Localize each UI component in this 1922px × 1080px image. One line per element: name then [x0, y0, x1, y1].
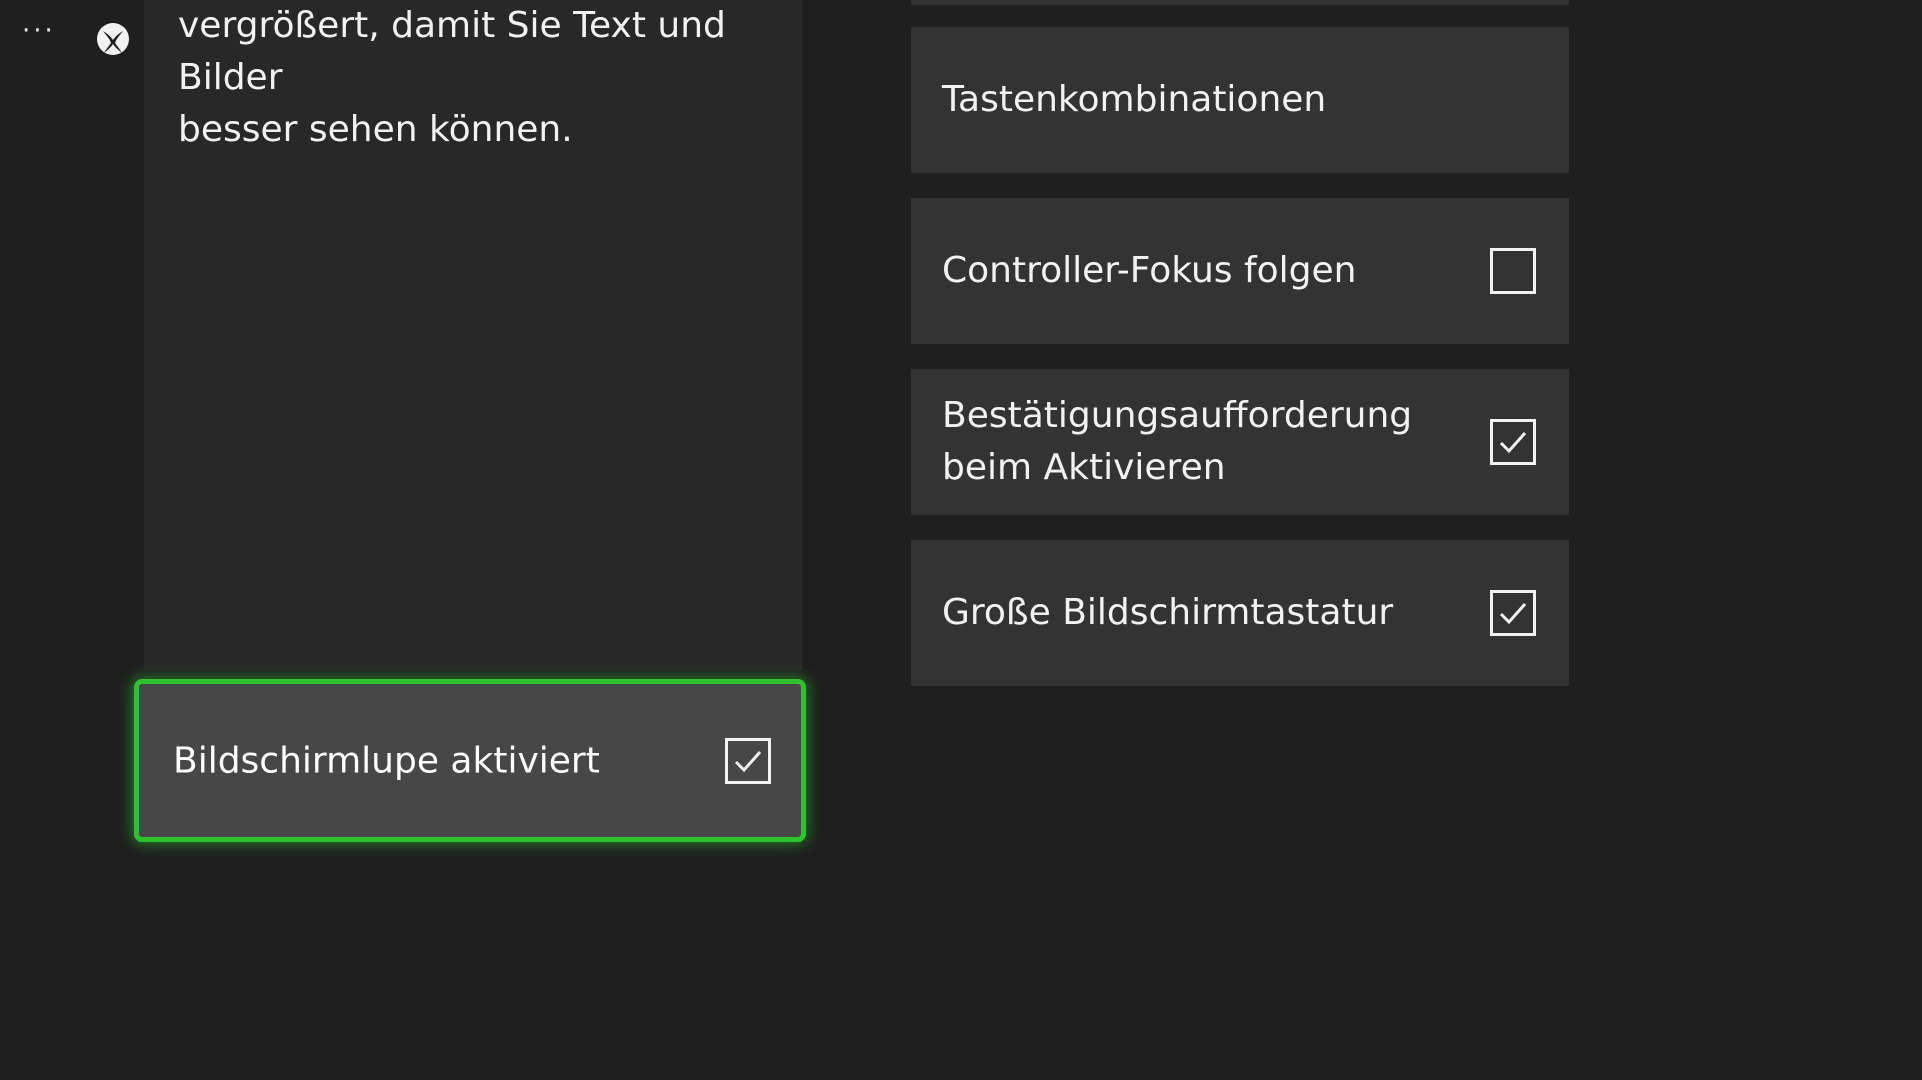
checkmark-icon — [734, 750, 762, 772]
description-line: besser sehen können. — [178, 109, 573, 150]
option-confirm-on-activate-label: Bestätigungsaufforderung beim Aktivieren — [942, 390, 1462, 494]
description-text: vergrößert, damit Sie Text und Bilder be… — [178, 0, 778, 156]
confirm-on-activate-checkbox[interactable] — [1490, 419, 1536, 465]
follow-controller-focus-checkbox[interactable] — [1490, 248, 1536, 294]
large-onscreen-keyboard-checkbox[interactable] — [1490, 590, 1536, 636]
description-panel: vergrößert, damit Sie Text und Bilder be… — [144, 0, 802, 670]
option-above-partial[interactable] — [911, 0, 1569, 5]
magnifier-enabled-checkbox[interactable] — [725, 737, 771, 784]
option-label-line: beim Aktivieren — [942, 447, 1226, 488]
xbox-logo-icon — [97, 23, 129, 55]
option-follow-controller-focus[interactable]: Controller-Fokus folgen — [911, 198, 1569, 344]
option-large-onscreen-keyboard[interactable]: Große Bildschirmtastatur — [911, 540, 1569, 686]
checkmark-icon — [1499, 432, 1527, 454]
description-line: vergrößert, damit Sie Text und — [178, 5, 726, 46]
option-follow-controller-focus-label: Controller-Fokus folgen — [942, 250, 1357, 291]
more-options-icon[interactable]: ··· — [22, 18, 56, 44]
settings-screen: ··· vergrößert, damit Sie Text und Bilde… — [0, 0, 1922, 1080]
checkmark-icon — [1499, 603, 1527, 625]
option-keyboard-shortcuts-label: Tastenkombinationen — [942, 79, 1327, 120]
option-large-onscreen-keyboard-label: Große Bildschirmtastatur — [942, 592, 1394, 633]
description-line: Bilder — [178, 57, 283, 98]
option-confirm-on-activate[interactable]: Bestätigungsaufforderung beim Aktivieren — [911, 369, 1569, 515]
magnifier-enabled-label: Bildschirmlupe aktiviert — [173, 740, 600, 781]
option-label-line: Bestätigungsaufforderung — [942, 395, 1413, 436]
option-keyboard-shortcuts[interactable]: Tastenkombinationen — [911, 27, 1569, 173]
magnifier-enabled-toggle[interactable]: Bildschirmlupe aktiviert — [134, 679, 806, 842]
